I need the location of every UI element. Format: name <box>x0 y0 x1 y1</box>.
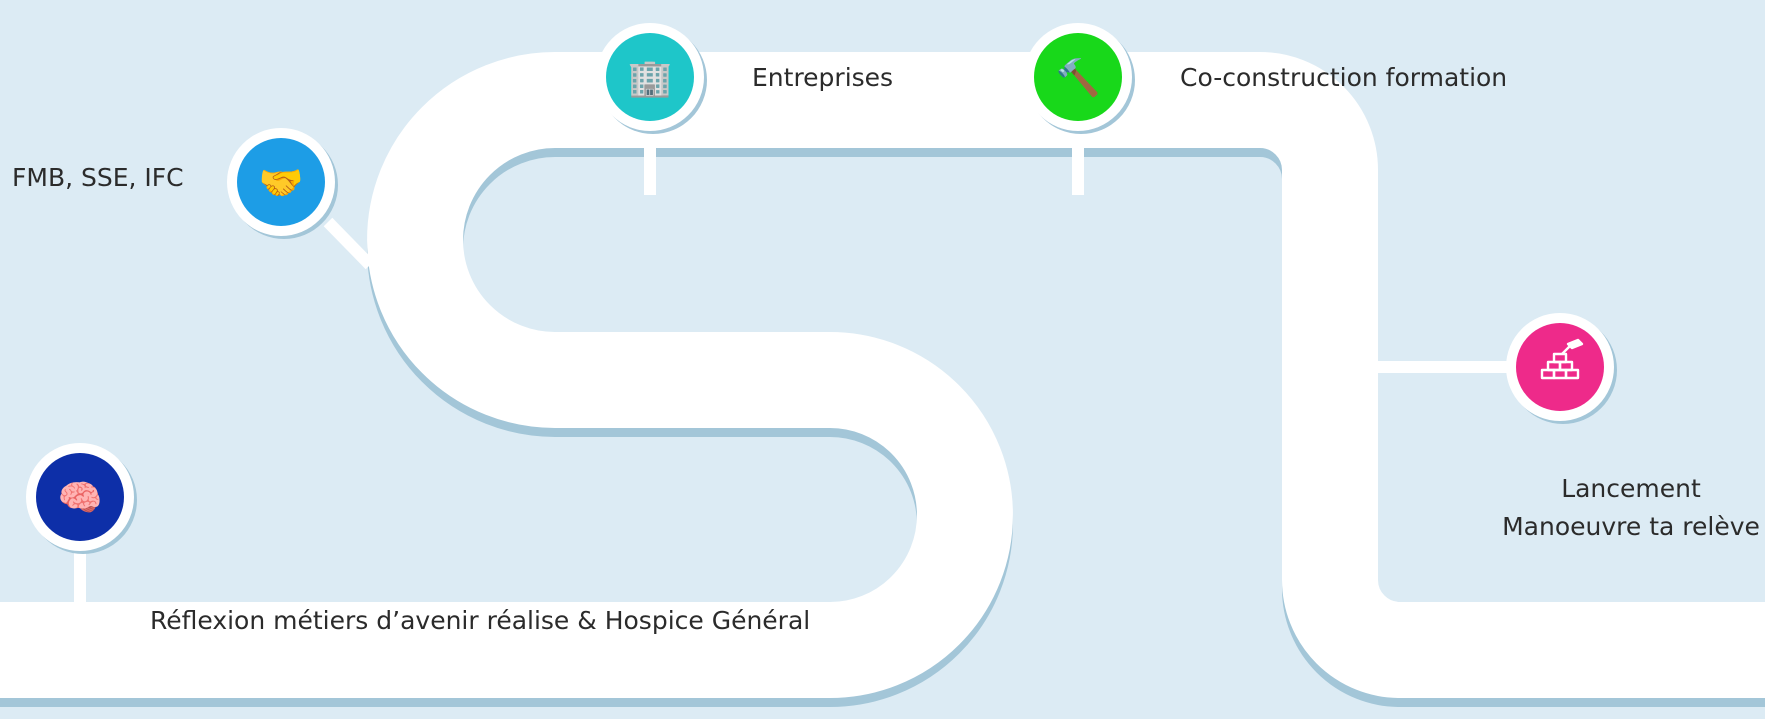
milestone-entreprises-label: Entreprises <box>752 63 893 92</box>
brain-icon: 🧠 <box>58 478 103 519</box>
roadmap-diagram: 🧠 Réflexion métiers d’avenir réalise & H… <box>0 23 1765 707</box>
milestone-partners: 🤝 FMB, SSE, IFC <box>12 128 338 239</box>
connector-partners <box>323 217 375 270</box>
hammer-icon: 🔨 <box>1056 57 1101 99</box>
milestone-co-construction-label: Co-construction formation <box>1180 63 1507 92</box>
milestone-reflexion-label: Réflexion métiers d’avenir réalise & Hos… <box>150 606 810 635</box>
milestone-lancement-label-line1: Lancement <box>1561 474 1701 503</box>
handshake-icon: 🤝 <box>259 163 304 204</box>
milestone-lancement-label-line2: Manoeuvre ta relève <box>1502 512 1760 541</box>
milestone-partners-label: FMB, SSE, IFC <box>12 163 184 192</box>
office-building-icon: 🏢 <box>628 58 673 99</box>
milestone-lancement: Lancement Manoeuvre ta relève <box>1502 313 1760 541</box>
